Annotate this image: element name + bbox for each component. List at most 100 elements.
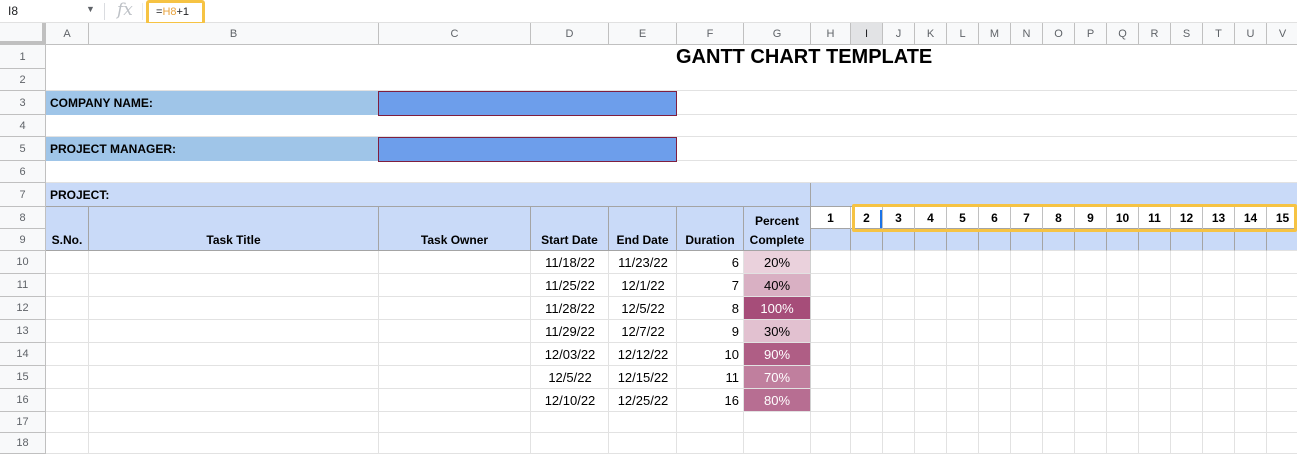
cell-reference: I8 <box>8 4 19 18</box>
task-percent-complete[interactable]: 30% <box>744 320 811 343</box>
task-start-date[interactable]: 11/25/22 <box>531 274 609 297</box>
task-end-date[interactable]: 12/5/22 <box>609 297 677 320</box>
column-header-n[interactable]: N <box>1011 23 1043 45</box>
row-header-18[interactable]: 18 <box>0 433 46 454</box>
timeline-subheader-cell <box>1171 229 1203 251</box>
chevron-down-icon[interactable]: ▼ <box>86 4 95 14</box>
task-duration[interactable]: 6 <box>677 251 744 274</box>
column-header-g[interactable]: G <box>744 23 811 45</box>
day-number-cell[interactable]: 1 <box>811 207 851 229</box>
column-header-b[interactable]: B <box>89 23 379 45</box>
column-heading-percent-complete: Percent Complete <box>744 207 811 251</box>
column-header-q[interactable]: Q <box>1107 23 1139 45</box>
task-duration[interactable]: 8 <box>677 297 744 320</box>
task-percent-complete[interactable]: 70% <box>744 366 811 389</box>
task-duration[interactable]: 16 <box>677 389 744 412</box>
row-header-3[interactable]: 3 <box>0 91 46 115</box>
task-start-date[interactable]: 11/28/22 <box>531 297 609 320</box>
column-header-u[interactable]: U <box>1235 23 1267 45</box>
column-header-i[interactable]: I <box>851 23 883 45</box>
grid-column-line <box>1234 251 1235 454</box>
task-percent-complete[interactable]: 100% <box>744 297 811 320</box>
task-end-date[interactable]: 12/12/22 <box>609 343 677 366</box>
select-all-corner[interactable] <box>0 23 46 45</box>
column-header-h[interactable]: H <box>811 23 851 45</box>
blank-row <box>46 161 1297 183</box>
name-box[interactable]: I8 ▼ <box>0 0 104 23</box>
row-header-9[interactable]: 9 <box>0 229 46 251</box>
column-header-d[interactable]: D <box>531 23 609 45</box>
row-header-17[interactable]: 17 <box>0 412 46 433</box>
timeline-subheader-cell <box>1267 229 1297 251</box>
timeline-subheader-cell <box>1203 229 1235 251</box>
task-duration[interactable]: 10 <box>677 343 744 366</box>
column-header-v[interactable]: V <box>1267 23 1297 45</box>
task-duration[interactable]: 7 <box>677 274 744 297</box>
row-header-6[interactable]: 6 <box>0 161 46 183</box>
column-header-l[interactable]: L <box>947 23 979 45</box>
column-header-m[interactable]: M <box>979 23 1011 45</box>
column-header-r[interactable]: R <box>1139 23 1171 45</box>
grid-column-line <box>1202 251 1203 454</box>
row-header-1[interactable]: 1 <box>0 45 46 69</box>
timeline-subheader-cell <box>1043 229 1075 251</box>
column-header-j[interactable]: J <box>883 23 915 45</box>
grid-column-line <box>882 251 883 454</box>
row-header-5[interactable]: 5 <box>0 137 46 161</box>
task-end-date[interactable]: 12/1/22 <box>609 274 677 297</box>
task-start-date[interactable]: 12/03/22 <box>531 343 609 366</box>
column-heading-start-date: Start Date <box>531 207 609 251</box>
column-heading-task-title: Task Title <box>89 207 379 251</box>
task-percent-complete[interactable]: 90% <box>744 343 811 366</box>
formula-bar: I8 ▼ fx =H8+1 <box>0 0 1297 25</box>
column-header-c[interactable]: C <box>379 23 531 45</box>
divider <box>104 3 105 20</box>
row-header-4[interactable]: 4 <box>0 115 46 137</box>
row-header-8[interactable]: 8 <box>0 207 46 229</box>
task-percent-complete[interactable]: 80% <box>744 389 811 412</box>
row-header-14[interactable]: 14 <box>0 343 46 366</box>
column-header-a[interactable]: A <box>46 23 89 45</box>
column-header-s[interactable]: S <box>1171 23 1203 45</box>
column-header-p[interactable]: P <box>1075 23 1107 45</box>
row-header-2[interactable]: 2 <box>0 69 46 91</box>
column-heading-label: Task Owner <box>420 233 489 247</box>
grid-column-line <box>1106 251 1107 454</box>
column-header-t[interactable]: T <box>1203 23 1235 45</box>
column-header-e[interactable]: E <box>609 23 677 45</box>
timeline-subheader-cell <box>1139 229 1171 251</box>
task-end-date[interactable]: 11/23/22 <box>609 251 677 274</box>
column-heading-task-owner: Task Owner <box>379 207 531 251</box>
row-header-7[interactable]: 7 <box>0 183 46 207</box>
task-percent-complete[interactable]: 20% <box>744 251 811 274</box>
row-header-15[interactable]: 15 <box>0 366 46 389</box>
task-start-date[interactable]: 12/10/22 <box>531 389 609 412</box>
company-name-input[interactable] <box>378 91 677 116</box>
column-header-o[interactable]: O <box>1043 23 1075 45</box>
timeline-subheader-cell <box>915 229 947 251</box>
task-start-date[interactable]: 11/18/22 <box>531 251 609 274</box>
task-start-date[interactable]: 11/29/22 <box>531 320 609 343</box>
grid-column-line <box>1138 251 1139 454</box>
row-header-16[interactable]: 16 <box>0 389 46 412</box>
project-manager-input[interactable] <box>378 137 677 162</box>
task-duration[interactable]: 11 <box>677 366 744 389</box>
grid-row <box>46 433 1297 454</box>
blank-row <box>46 69 1297 91</box>
grid-column-line <box>914 251 915 454</box>
column-heading-label: Duration <box>685 233 735 247</box>
task-end-date[interactable]: 12/7/22 <box>609 320 677 343</box>
column-header-f[interactable]: F <box>677 23 744 45</box>
row-header-10[interactable]: 10 <box>0 251 46 274</box>
row-header-11[interactable]: 11 <box>0 274 46 297</box>
formula-input[interactable]: =H8+1 <box>146 0 205 25</box>
row-header-13[interactable]: 13 <box>0 320 46 343</box>
row-header-12[interactable]: 12 <box>0 297 46 320</box>
timeline-subheader-cell <box>1075 229 1107 251</box>
task-end-date[interactable]: 12/25/22 <box>609 389 677 412</box>
task-end-date[interactable]: 12/15/22 <box>609 366 677 389</box>
task-duration[interactable]: 9 <box>677 320 744 343</box>
column-header-k[interactable]: K <box>915 23 947 45</box>
task-start-date[interactable]: 12/5/22 <box>531 366 609 389</box>
task-percent-complete[interactable]: 40% <box>744 274 811 297</box>
